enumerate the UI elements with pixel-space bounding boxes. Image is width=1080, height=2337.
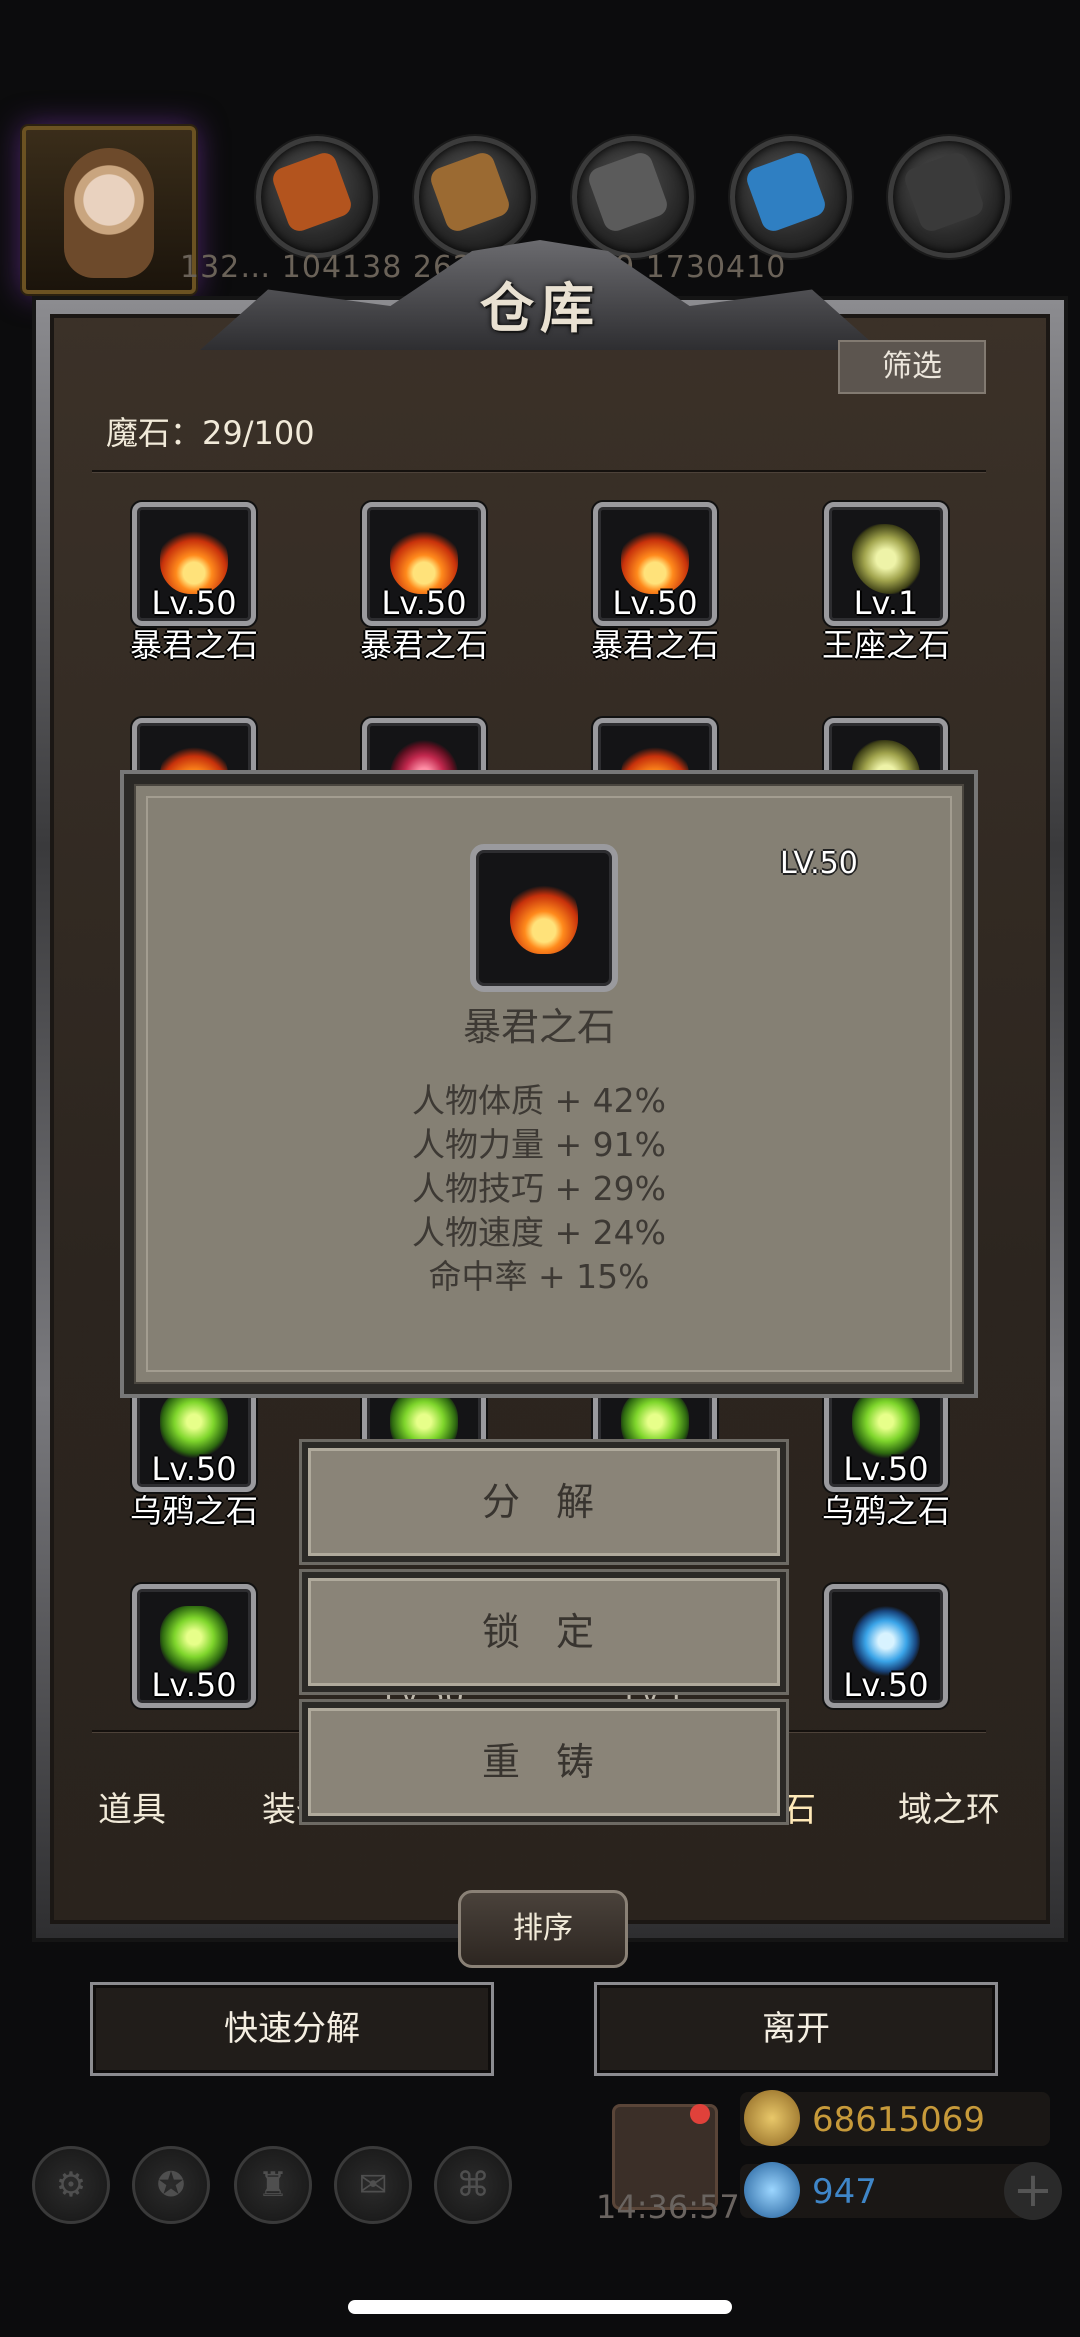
item-name: 暴君之石	[590, 626, 719, 664]
avatar-portrait	[64, 148, 154, 278]
gold-amount: 68615069	[812, 2100, 986, 2140]
tower-icon[interactable]: ♜	[234, 2146, 312, 2224]
item-slot[interactable]: Lv.50 暴君之石	[130, 502, 258, 664]
page-title: 仓库	[480, 276, 600, 340]
detail-level: LV.50	[780, 846, 858, 881]
meat-resource-icon[interactable]	[256, 136, 378, 258]
quick-decompose-button[interactable]: 快速分解	[90, 1982, 494, 2076]
item-level: Lv.50	[843, 1666, 929, 1704]
gold-coin-icon	[744, 2090, 800, 2146]
lock-button[interactable]: 锁 定	[302, 1572, 786, 1692]
top-divider	[92, 470, 986, 473]
gift-timer: 14:36:57	[596, 2188, 740, 2226]
item-slot[interactable]: Lv.50 暴君之石	[360, 502, 488, 664]
item-level: Lv.50	[151, 1666, 237, 1704]
stat-line: 人物力量 + 91%	[412, 1125, 666, 1164]
add-currency-icon[interactable]: +	[1004, 2162, 1062, 2220]
item-level: Lv.1	[853, 584, 919, 622]
tyrant-stone-icon	[510, 876, 578, 954]
item-name: 乌鸦之石	[821, 1492, 950, 1530]
stat-line: 人物速度 + 24%	[412, 1213, 666, 1252]
player-avatar[interactable]	[22, 126, 196, 294]
gem-amount: 947	[812, 2172, 877, 2212]
item-slot[interactable]: Lv.50	[132, 1584, 256, 1708]
item-level: Lv.50	[612, 584, 698, 622]
item-name: 暴君之石	[359, 626, 488, 664]
stone-resource-icon[interactable]	[572, 136, 694, 258]
item-level: Lv.50	[381, 584, 467, 622]
settings-icon[interactable]: ⚙	[32, 2146, 110, 2224]
item-slot[interactable]: Lv.1 王座之石	[822, 502, 950, 664]
item-name: 暴君之石	[129, 626, 258, 664]
item-name: 王座之石	[821, 626, 950, 664]
home-indicator	[348, 2300, 732, 2314]
item-level: Lv.50	[151, 1450, 237, 1488]
crystal-resource-icon[interactable]	[730, 136, 852, 258]
magic-stone-count: 魔石：29/100	[106, 414, 315, 452]
item-level: Lv.50	[843, 1450, 929, 1488]
wood-resource-icon[interactable]	[414, 136, 536, 258]
decompose-button[interactable]: 分 解	[302, 1442, 786, 1562]
item-level: Lv.50	[151, 584, 237, 622]
item-slot[interactable]: Lv.50 暴君之石	[591, 502, 719, 664]
item-name: 乌鸦之石	[129, 1492, 258, 1530]
item-slot[interactable]: Lv.50	[824, 1584, 948, 1708]
shield-icon[interactable]: ✪	[132, 2146, 210, 2224]
leave-button[interactable]: 离开	[594, 1982, 998, 2076]
tab-domain-rings[interactable]: 域之环	[898, 1782, 1000, 1831]
blue-gem-icon	[744, 2162, 800, 2218]
map-icon[interactable]: ⌘	[434, 2146, 512, 2224]
sort-button[interactable]: 排序	[458, 1890, 628, 1968]
tab-items[interactable]: 道具	[98, 1782, 166, 1831]
detail-item-frame	[470, 844, 618, 992]
iron-resource-icon[interactable]	[888, 136, 1010, 258]
detail-item-name: 暴君之石	[462, 1005, 615, 1049]
recast-button[interactable]: 重 铸	[302, 1702, 786, 1822]
stat-line: 人物体质 + 42%	[412, 1081, 666, 1120]
stat-line: 人物技巧 + 29%	[412, 1169, 666, 1208]
mail-icon[interactable]: ✉	[334, 2146, 412, 2224]
stat-line: 命中率 + 15%	[428, 1257, 650, 1296]
notification-dot	[690, 2104, 710, 2124]
filter-button[interactable]: 筛选	[838, 340, 986, 394]
